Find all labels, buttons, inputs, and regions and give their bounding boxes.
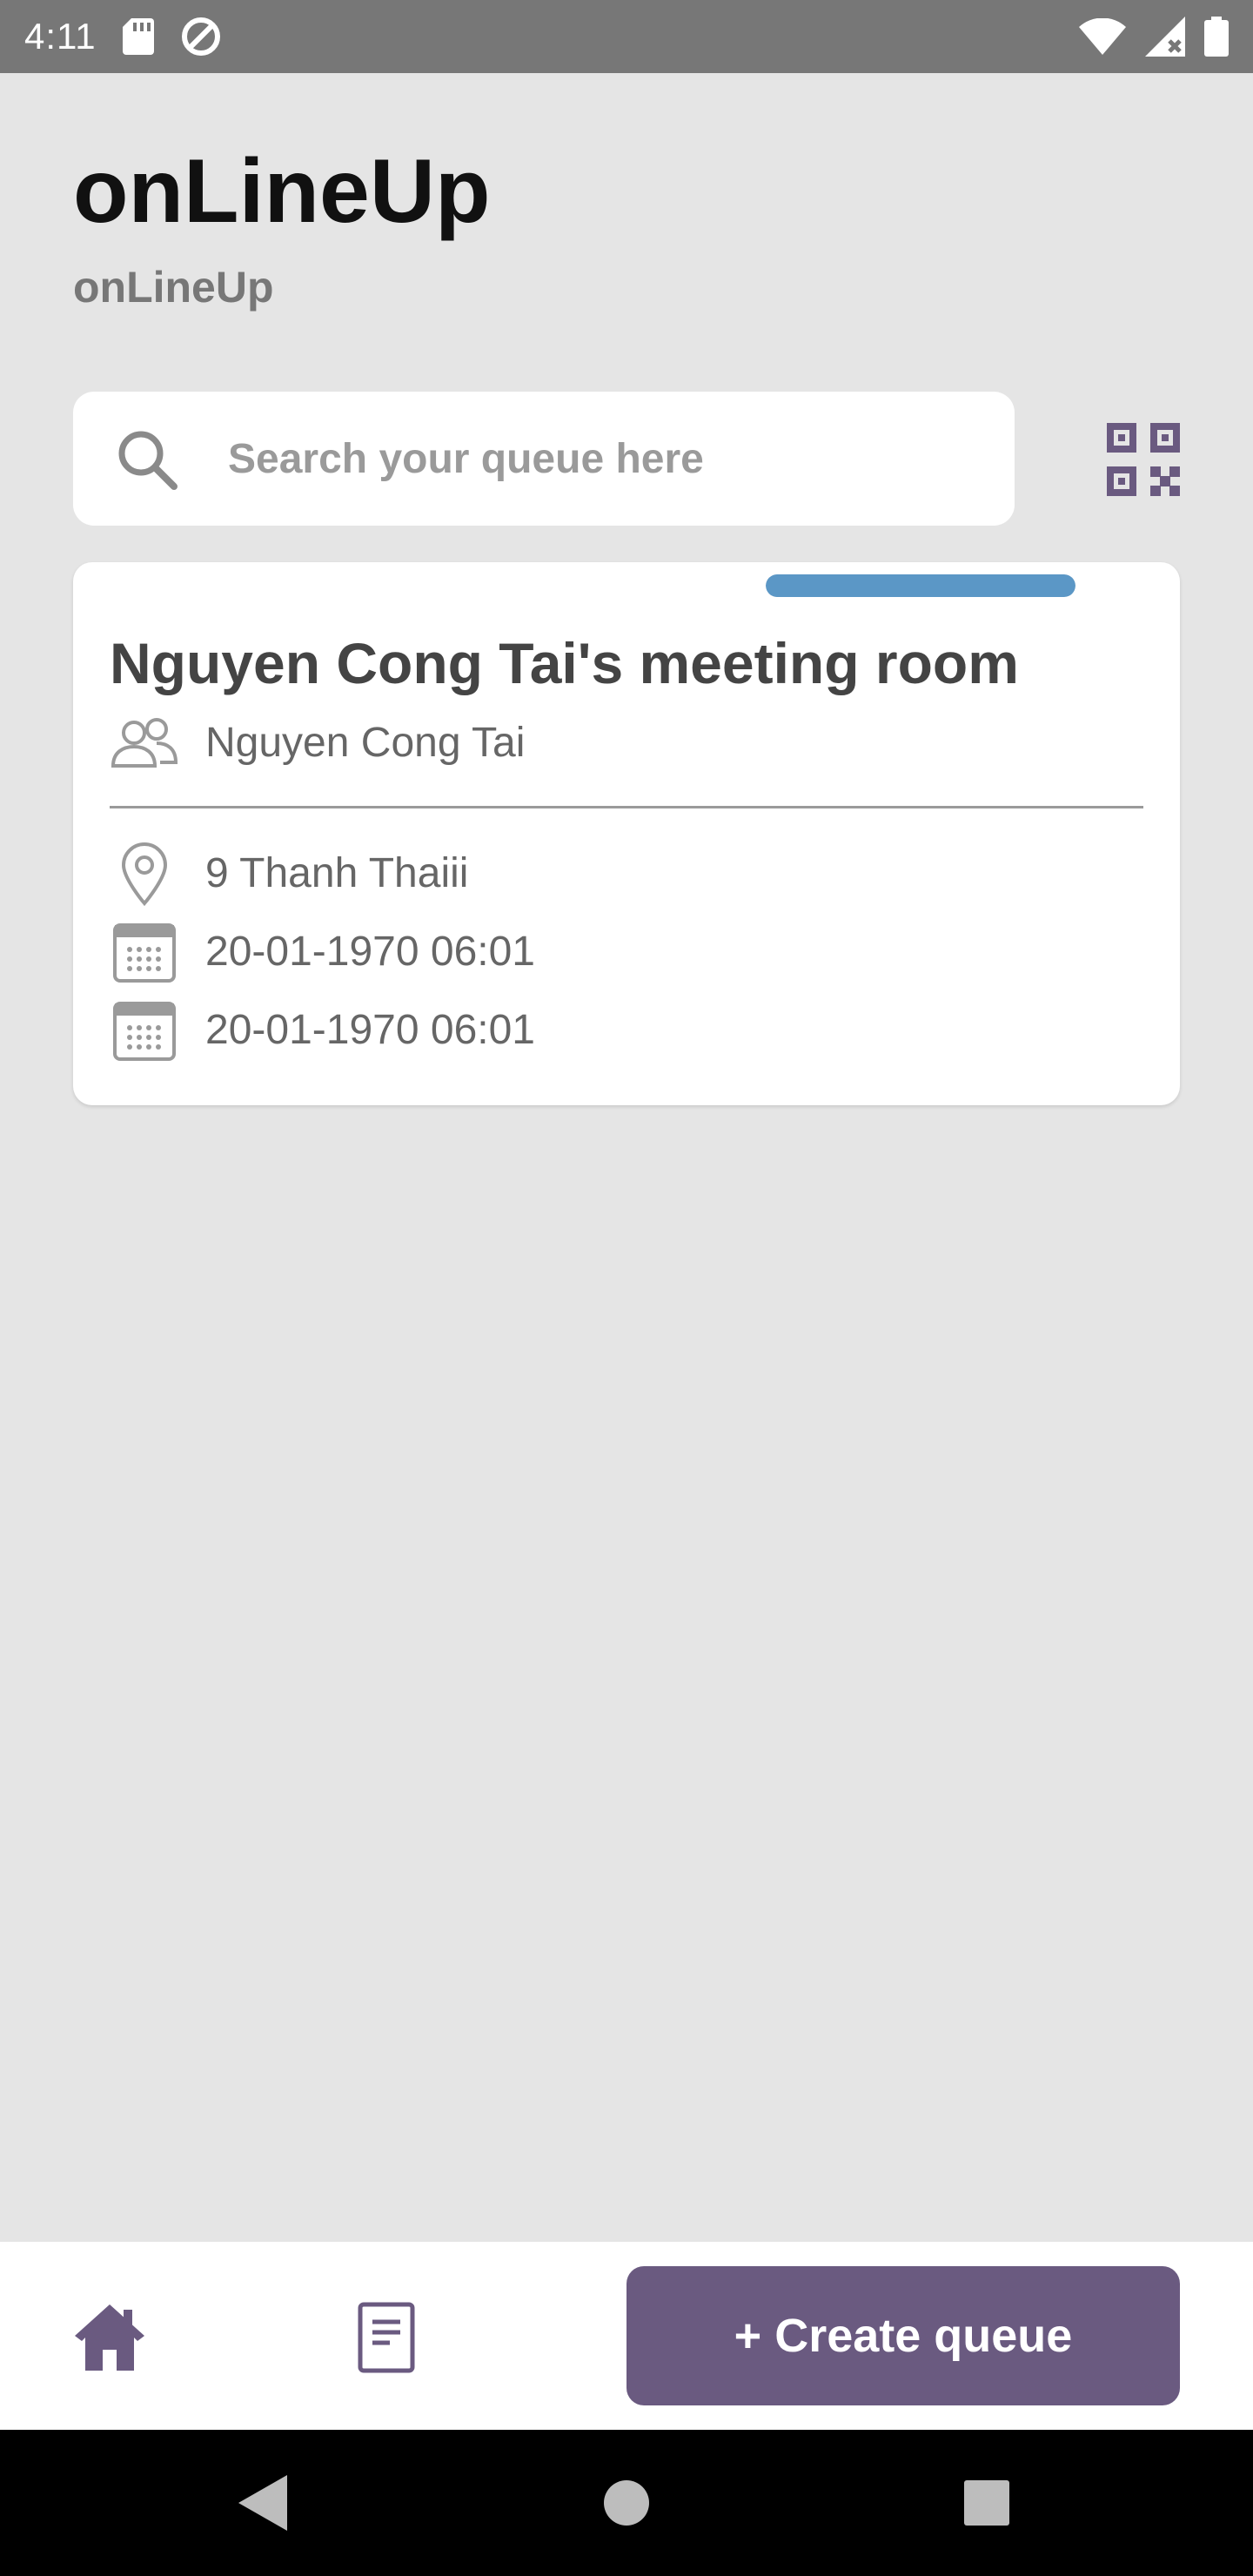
system-navigation-bar xyxy=(0,2430,1253,2576)
battery-icon xyxy=(1204,17,1229,57)
queue-location: 9 Thanh Thaiii xyxy=(205,850,469,896)
calendar-icon xyxy=(110,996,179,1065)
document-icon[interactable] xyxy=(355,2301,418,2374)
status-bar: 4:11 xyxy=(0,0,1253,73)
people-icon xyxy=(110,708,179,778)
home-icon[interactable] xyxy=(73,2301,146,2374)
bottom-navigation: + Create queue xyxy=(0,2242,1253,2430)
card-divider xyxy=(110,806,1143,808)
search-input[interactable] xyxy=(228,434,976,483)
search-icon xyxy=(118,431,178,490)
calendar-icon xyxy=(110,917,179,987)
app-title: onLineUp xyxy=(73,141,491,242)
signal-icon xyxy=(1145,17,1185,57)
qr-code-icon[interactable] xyxy=(1107,423,1180,496)
queue-owner-row: Nguyen Cong Tai xyxy=(110,708,525,778)
create-queue-button[interactable]: + Create queue xyxy=(626,2266,1180,2405)
data-saver-icon xyxy=(181,17,220,56)
status-time: 4:11 xyxy=(24,16,97,57)
queue-end-time: 20-01-1970 06:01 xyxy=(205,1007,535,1053)
status-bar-right xyxy=(1079,17,1229,57)
queue-start-time-row: 20-01-1970 06:01 xyxy=(110,917,535,987)
queue-title: Nguyen Cong Tai's meeting room xyxy=(110,631,1019,695)
status-bar-left: 4:11 xyxy=(24,16,222,57)
queue-progress-bar xyxy=(766,574,1075,597)
back-icon[interactable] xyxy=(238,2475,287,2531)
queue-end-time-row: 20-01-1970 06:01 xyxy=(110,996,535,1065)
search-bar[interactable] xyxy=(73,392,1015,526)
recents-icon[interactable] xyxy=(964,2480,1009,2526)
queue-location-row: 9 Thanh Thaiii xyxy=(110,839,468,909)
queue-progress-fill xyxy=(766,574,1075,597)
queue-start-time: 20-01-1970 06:01 xyxy=(205,929,535,975)
location-pin-icon xyxy=(110,839,179,909)
wifi-icon xyxy=(1079,18,1126,55)
home-circle-icon[interactable] xyxy=(604,2480,649,2526)
queue-owner: Nguyen Cong Tai xyxy=(205,720,526,766)
app-subtitle: onLineUp xyxy=(73,263,274,312)
queue-card[interactable]: Nguyen Cong Tai's meeting room Nguyen Co… xyxy=(73,562,1180,1105)
sd-card-icon xyxy=(122,18,154,55)
